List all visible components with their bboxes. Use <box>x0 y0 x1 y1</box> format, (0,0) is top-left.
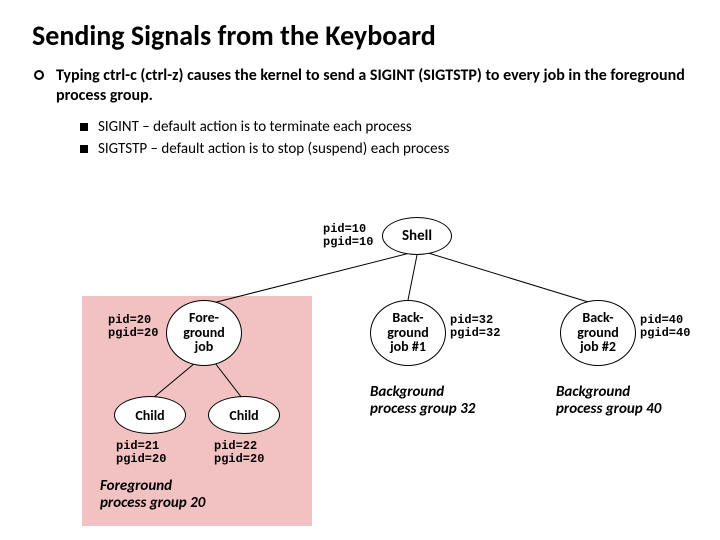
pid-label-foreground: pid=20pgid=20 <box>108 314 158 339</box>
node-shell: Shell <box>382 217 452 255</box>
pid-label-bg1: pid=32pgid=32 <box>450 314 500 339</box>
pid-label-bg2: pid=40pgid=40 <box>640 314 690 339</box>
pid-label-child2: pid=22pgid=20 <box>214 440 264 465</box>
node-foreground: Fore-groundjob <box>166 300 242 366</box>
caption-background-group-1: Backgroundprocess group 32 <box>370 384 475 417</box>
node-child-2: Child <box>208 396 280 434</box>
caption-foreground-group: Foregroundprocess group 20 <box>100 478 205 511</box>
caption-background-group-2: Backgroundprocess group 40 <box>556 384 661 417</box>
pid-label-shell: pid=10pgid=10 <box>323 223 373 248</box>
node-background-2: Back-groundjob #2 <box>560 300 636 366</box>
process-tree-diagram: Shell Fore-groundjob Back-groundjob #1 B… <box>0 0 720 540</box>
pid-label-child1: pid=21pgid=20 <box>116 440 166 465</box>
node-background-1: Back-groundjob #1 <box>370 300 446 366</box>
node-child-1: Child <box>114 396 186 434</box>
